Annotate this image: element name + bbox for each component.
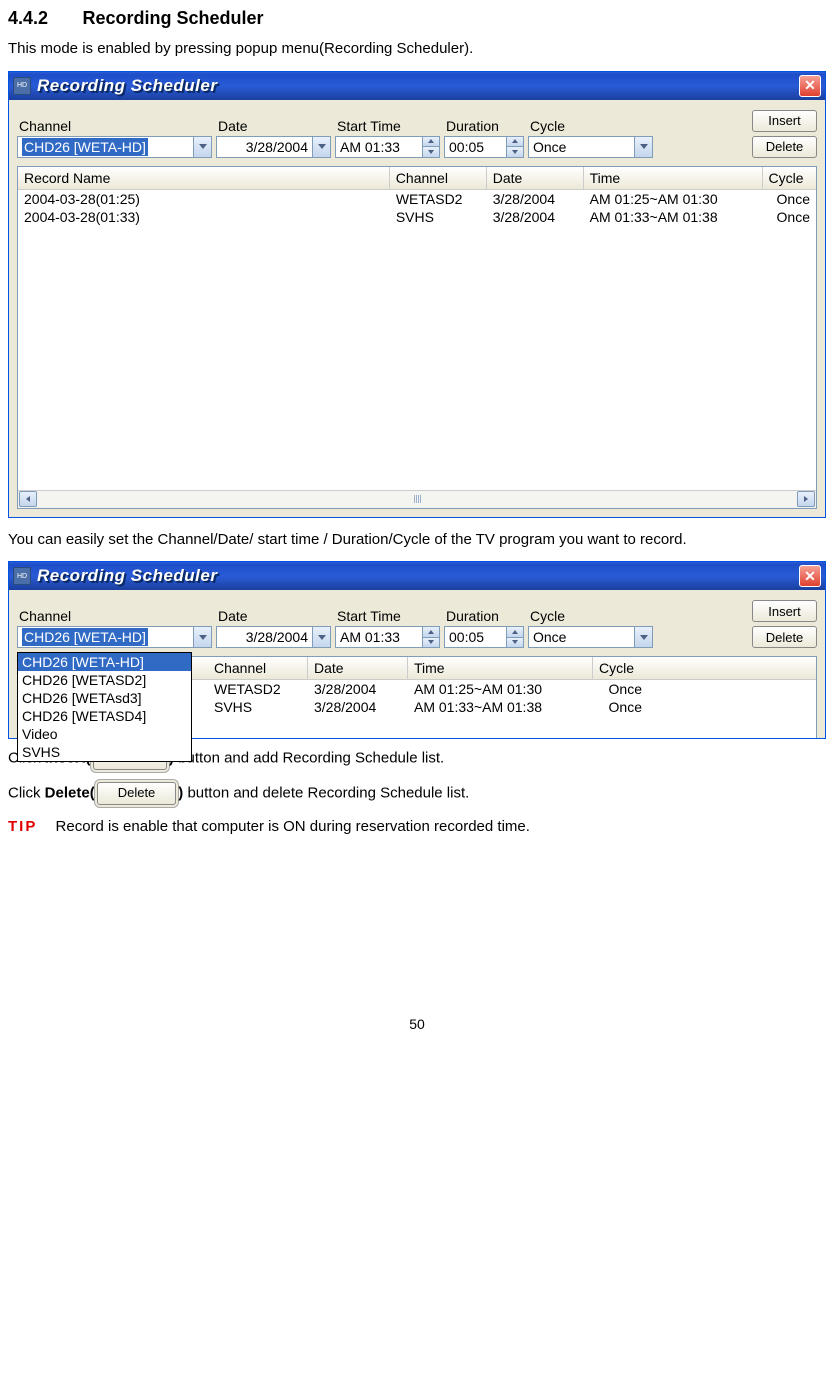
intro-text: This mode is enabled by pressing popup m…	[8, 39, 826, 59]
starttime-spinner[interactable]: AM 01:33	[335, 136, 440, 158]
channel-label: Channel	[17, 608, 212, 624]
date-combo[interactable]: 3/28/2004	[216, 626, 331, 648]
tip-label: TIP	[8, 818, 37, 835]
titlebar: HD Recording Scheduler ✕	[9, 562, 825, 590]
col-channel[interactable]: Channel	[390, 167, 487, 189]
titlebar: HD Recording Scheduler ✕	[9, 72, 825, 100]
chevron-down-icon[interactable]	[507, 638, 523, 648]
delete-button[interactable]: Delete	[752, 136, 817, 158]
chevron-down-icon[interactable]	[193, 137, 211, 157]
dropdown-option[interactable]: CHD26 [WETASD4]	[18, 707, 191, 725]
insert-button[interactable]: Insert	[752, 600, 817, 622]
chevron-down-icon[interactable]	[312, 137, 330, 157]
date-combo[interactable]: 3/28/2004	[216, 136, 331, 158]
channel-combo[interactable]: CHD26 [WETA-HD]	[17, 626, 212, 648]
section-title: Recording Scheduler	[83, 8, 264, 28]
col-channel[interactable]: Channel	[208, 657, 308, 679]
col-record-name[interactable]: Record Name	[18, 167, 390, 189]
duration-label: Duration	[444, 608, 524, 624]
dropdown-option[interactable]: CHD26 [WETASD2]	[18, 671, 191, 689]
starttime-spinner[interactable]: AM 01:33	[335, 626, 440, 648]
cycle-combo[interactable]: Once	[528, 626, 653, 648]
insert-button[interactable]: Insert	[752, 110, 817, 132]
app-icon: HD	[13, 567, 31, 585]
easily-text: You can easily set the Channel/Date/ sta…	[8, 530, 826, 550]
close-icon[interactable]: ✕	[799, 75, 821, 97]
dropdown-option[interactable]: Video	[18, 725, 191, 743]
channel-combo[interactable]: CHD26 [WETA-HD]	[17, 136, 212, 158]
date-label: Date	[216, 608, 331, 624]
app-icon: HD	[13, 77, 31, 95]
cycle-label: Cycle	[528, 118, 653, 134]
window-title: Recording Scheduler	[37, 566, 799, 586]
scroll-right-icon[interactable]	[797, 491, 815, 507]
chevron-down-icon[interactable]	[312, 627, 330, 647]
window-title: Recording Scheduler	[37, 76, 799, 96]
channel-label: Channel	[17, 118, 212, 134]
col-date[interactable]: Date	[308, 657, 408, 679]
duration-label: Duration	[444, 118, 524, 134]
chevron-down-icon[interactable]	[423, 147, 439, 157]
page-number: 50	[8, 1016, 826, 1032]
delete-button-inline: Delete	[97, 782, 177, 805]
close-icon[interactable]: ✕	[799, 565, 821, 587]
col-date[interactable]: Date	[487, 167, 584, 189]
section-number: 4.4.2	[8, 8, 48, 29]
delete-instruction: Click Delete(Delete) button and delete R…	[8, 782, 826, 805]
list-header: Record Name Channel Date Time Cycle	[18, 167, 816, 190]
cycle-label: Cycle	[528, 608, 653, 624]
chevron-down-icon[interactable]	[193, 627, 211, 647]
col-time[interactable]: Time	[584, 167, 763, 189]
col-time[interactable]: Time	[408, 657, 593, 679]
channel-dropdown-list[interactable]: CHD26 [WETA-HD] CHD26 [WETASD2] CHD26 [W…	[17, 652, 192, 762]
tip-line: TIP Record is enable that computer is ON…	[8, 817, 826, 837]
col-cycle[interactable]: Cycle	[593, 657, 648, 679]
chevron-up-icon[interactable]	[507, 627, 523, 638]
col-cycle[interactable]: Cycle	[763, 167, 816, 189]
duration-spinner[interactable]: 00:05	[444, 626, 524, 648]
chevron-down-icon[interactable]	[634, 137, 652, 157]
recording-scheduler-window-1: HD Recording Scheduler ✕ Channel CHD26 […	[8, 71, 826, 518]
dropdown-option[interactable]: CHD26 [WETA-HD]	[18, 653, 191, 671]
schedule-list: Record Name Channel Date Time Cycle 2004…	[17, 166, 817, 509]
list-item[interactable]: 2004-03-28(01:25) WETASD2 3/28/2004 AM 0…	[18, 190, 816, 208]
starttime-label: Start Time	[335, 608, 440, 624]
horizontal-scrollbar[interactable]	[18, 490, 816, 508]
chevron-up-icon[interactable]	[423, 137, 439, 148]
duration-spinner[interactable]: 00:05	[444, 136, 524, 158]
chevron-down-icon[interactable]	[423, 638, 439, 648]
chevron-down-icon[interactable]	[634, 627, 652, 647]
recording-scheduler-window-2: HD Recording Scheduler ✕ Channel CHD26 […	[8, 561, 826, 739]
date-label: Date	[216, 118, 331, 134]
delete-button[interactable]: Delete	[752, 626, 817, 648]
scroll-left-icon[interactable]	[19, 491, 37, 507]
chevron-up-icon[interactable]	[423, 627, 439, 638]
dropdown-option[interactable]: CHD26 [WETAsd3]	[18, 689, 191, 707]
dropdown-option[interactable]: SVHS	[18, 743, 191, 761]
list-item[interactable]: 2004-03-28(01:33) SVHS 3/28/2004 AM 01:3…	[18, 208, 816, 226]
chevron-down-icon[interactable]	[507, 147, 523, 157]
cycle-combo[interactable]: Once	[528, 136, 653, 158]
chevron-up-icon[interactable]	[507, 137, 523, 148]
starttime-label: Start Time	[335, 118, 440, 134]
